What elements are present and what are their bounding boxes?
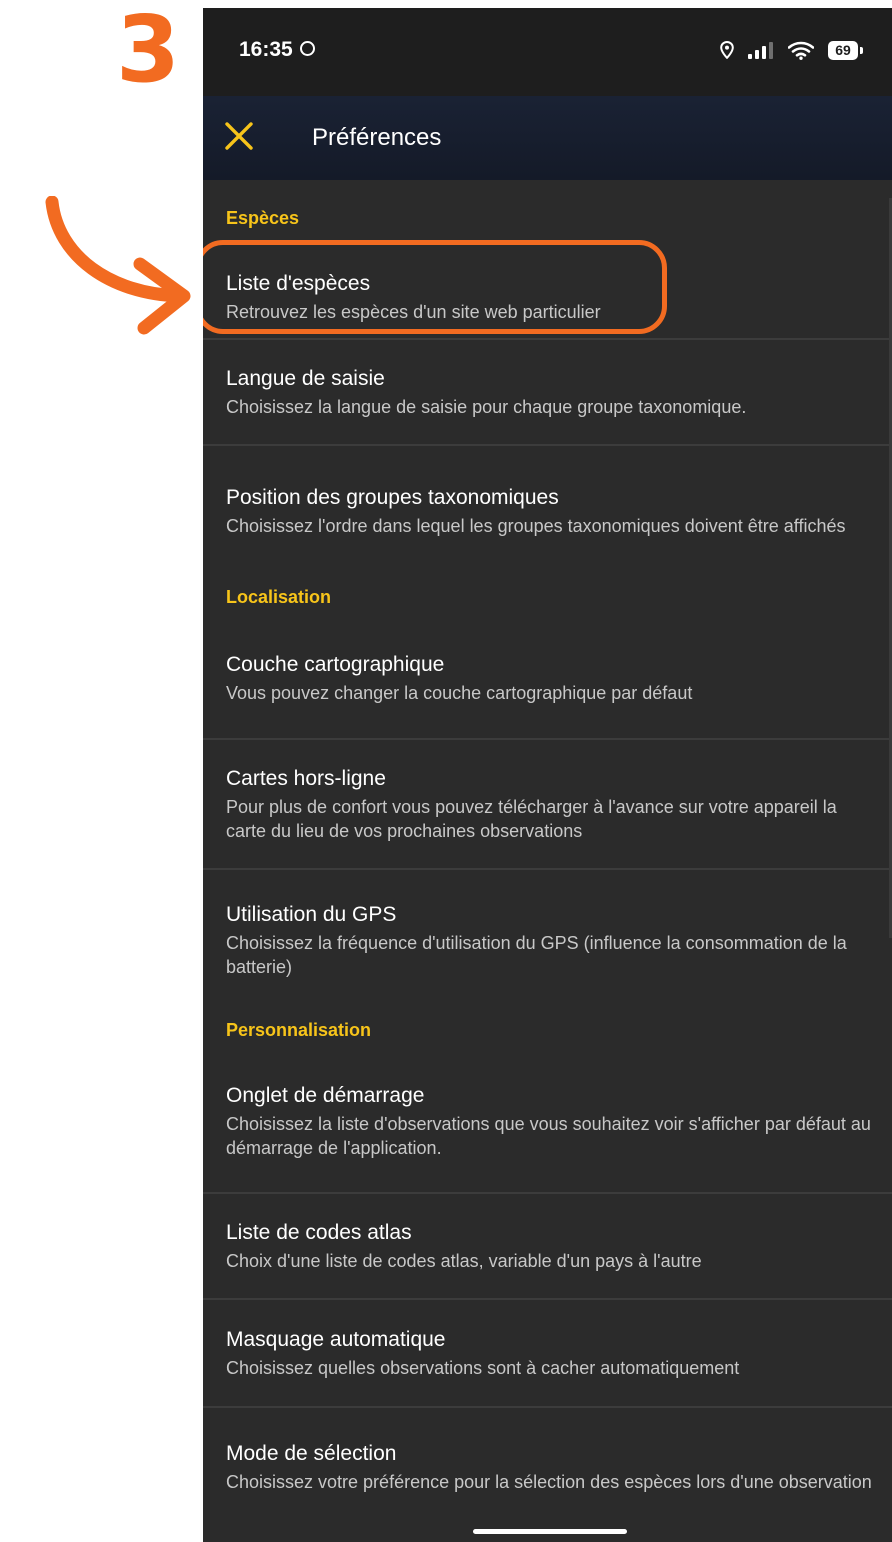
pref-item-title: Masquage automatique [226, 1327, 446, 1351]
signal-bars-icon [748, 42, 773, 59]
pref-item-langue-saisie[interactable]: Langue de saisie Choisissez la langue de… [203, 340, 892, 446]
close-icon [225, 122, 253, 150]
pref-item-subtitle: Choisissez la fréquence d'utilisation du… [226, 932, 847, 977]
screenshot-canvas: 3 16:35 69 Préférences Espèces Liste d'e… [0, 0, 892, 1542]
pref-item-onglet-demarrage[interactable]: Onglet de démarrage Choisissez la liste … [203, 1050, 892, 1194]
pref-item-subtitle: Pour plus de confort vous pouvez télécha… [226, 796, 837, 841]
pref-item-title: Position des groupes taxonomiques [226, 485, 559, 509]
preferences-list: Espèces Liste d'espèces Retrouvez les es… [203, 180, 892, 1526]
pref-item-subtitle: Vous pouvez changer la couche cartograph… [226, 682, 693, 703]
pref-item-title: Couche cartographique [226, 652, 445, 676]
pref-item-subtitle: Choisissez votre préférence pour la séle… [226, 1471, 872, 1492]
home-indicator[interactable] [473, 1529, 627, 1534]
pref-item-title: Mode de sélection [226, 1441, 397, 1465]
status-icons: 69 [720, 38, 863, 62]
sync-spinner-icon [300, 41, 315, 56]
close-button[interactable] [217, 114, 261, 158]
pref-item-title: Langue de saisie [226, 366, 385, 390]
pref-item-masquage-automatique[interactable]: Masquage automatique Choisissez quelles … [203, 1300, 892, 1408]
pref-item-title: Utilisation du GPS [226, 902, 397, 926]
section-header-localisation: Localisation [226, 586, 332, 607]
pref-item-cartes-hors-ligne[interactable]: Cartes hors-ligne Pour plus de confort v… [203, 740, 892, 870]
pref-item-position-groupes[interactable]: Position des groupes taxonomiques Choisi… [203, 446, 892, 576]
pref-item-couche-cartographique[interactable]: Couche cartographique Vous pouvez change… [203, 618, 892, 740]
section-header-especes: Espèces [226, 207, 300, 228]
pref-item-subtitle: Choisissez quelles observations sont à c… [226, 1357, 740, 1378]
location-pin-icon [720, 41, 734, 59]
pref-item-title: Onglet de démarrage [226, 1083, 425, 1107]
step-number: 3 [116, 0, 181, 103]
pref-item-codes-atlas[interactable]: Liste de codes atlas Choix d'une liste d… [203, 1194, 892, 1300]
pref-item-mode-selection[interactable]: Mode de sélection Choisissez votre préfé… [203, 1408, 892, 1526]
status-bar: 16:35 69 [203, 8, 892, 96]
pref-item-title: Liste de codes atlas [226, 1220, 412, 1244]
section-header-personnalisation: Personnalisation [226, 1019, 372, 1040]
battery-icon: 69 [828, 40, 863, 60]
pref-item-subtitle: Choisissez l'ordre dans lequel les group… [226, 515, 846, 536]
pref-item-subtitle: Retrouvez les espèces d'un site web part… [226, 301, 601, 322]
pref-item-utilisation-gps[interactable]: Utilisation du GPS Choisissez la fréquen… [203, 870, 892, 1010]
wifi-icon [788, 41, 814, 60]
pref-item-title: Liste d'espèces [226, 271, 371, 295]
pref-item-title: Cartes hors-ligne [226, 766, 386, 790]
pref-item-liste-especes[interactable]: Liste d'espèces Retrouvez les espèces d'… [203, 256, 892, 340]
page-title: Préférences [312, 124, 442, 151]
pref-item-subtitle: Choisissez la liste d'observations que v… [226, 1113, 871, 1158]
pointer-arrow-icon [45, 196, 191, 335]
app-bar: Préférences [203, 96, 892, 180]
phone-screen: 16:35 69 Préférences Espèces Liste d'esp… [203, 8, 892, 1542]
status-time: 16:35 [239, 38, 293, 61]
pref-item-subtitle: Choix d'une liste de codes atlas, variab… [226, 1250, 702, 1271]
pref-item-subtitle: Choisissez la langue de saisie pour chaq… [226, 396, 747, 417]
